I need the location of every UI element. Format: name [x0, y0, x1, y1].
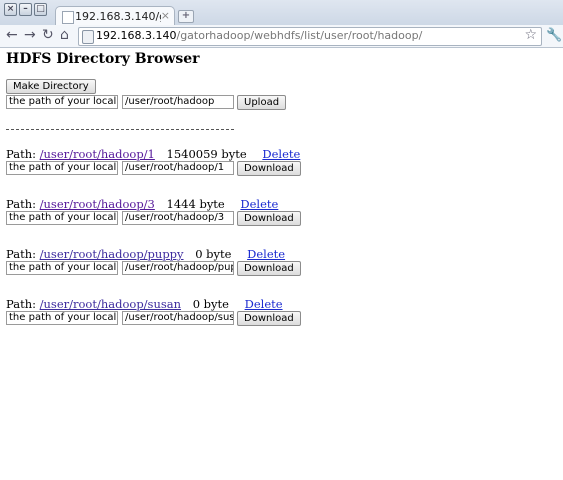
file-row: Path: /user/root/hadoop/3 1444 byte Dele… — [6, 197, 278, 211]
back-arrow-icon[interactable]: ← — [6, 27, 18, 43]
page-favicon-icon — [62, 11, 74, 24]
file-row: Path: /user/root/hadoop/puppy 0 byte Del… — [6, 247, 285, 261]
page-title: HDFS Directory Browser — [6, 51, 200, 67]
window-close-icon[interactable]: × — [4, 3, 17, 16]
file-path-link[interactable]: /user/root/hadoop/3 — [40, 197, 155, 211]
download-hdfs-path-input[interactable]: /user/root/hadoop/puppy — [122, 261, 234, 275]
new-tab-button[interactable]: + — [178, 10, 194, 23]
browser-tab[interactable]: 192.168.3.140/gatorha... × — [55, 6, 175, 26]
section-divider — [6, 129, 234, 130]
file-path-link[interactable]: /user/root/hadoop/1 — [40, 147, 155, 161]
url-path: /gatorhadoop/webhdfs/list/user/root/hado… — [176, 29, 423, 42]
tab-close-icon[interactable]: × — [161, 9, 170, 22]
path-label: Path: — [6, 247, 36, 261]
file-path-link[interactable]: /user/root/hadoop/puppy — [40, 247, 184, 261]
delete-link[interactable]: Delete — [247, 247, 285, 261]
delete-link[interactable]: Delete — [240, 197, 278, 211]
upload-hdfs-path-input[interactable]: /user/root/hadoop — [122, 95, 234, 109]
file-size: 0 byte — [192, 297, 229, 311]
download-button[interactable]: Download — [237, 311, 301, 326]
path-label: Path: — [6, 147, 36, 161]
download-button[interactable]: Download — [237, 161, 301, 176]
url-text[interactable]: 192.168.3.140/gatorhadoop/webhdfs/list/u… — [96, 29, 422, 42]
file-size: 1444 byte — [166, 197, 225, 211]
download-hdfs-path-input[interactable]: /user/root/hadoop/1 — [122, 161, 234, 175]
file-size: 0 byte — [195, 247, 232, 261]
window-titlebar: × – □ 192.168.3.140/gatorha... × + — [0, 0, 563, 26]
make-directory-button[interactable]: Make Directory — [6, 79, 96, 94]
delete-link[interactable]: Delete — [262, 147, 300, 161]
download-local-file-input[interactable]: the path of your local file — [6, 161, 118, 175]
page-info-icon[interactable] — [82, 30, 94, 44]
path-label: Path: — [6, 197, 36, 211]
download-hdfs-path-input[interactable]: /user/root/hadoop/susan — [122, 311, 234, 325]
page-content: HDFS Directory Browser Make Directory th… — [0, 48, 563, 480]
home-icon[interactable]: ⌂ — [60, 27, 69, 43]
window-minimize-icon[interactable]: – — [19, 3, 32, 16]
forward-arrow-icon[interactable]: → — [24, 27, 36, 43]
delete-link[interactable]: Delete — [245, 297, 283, 311]
upload-button[interactable]: Upload — [237, 95, 287, 110]
address-bar[interactable]: 192.168.3.140/gatorhadoop/webhdfs/list/u… — [78, 27, 542, 46]
file-row: Path: /user/root/hadoop/susan 0 byte Del… — [6, 297, 283, 311]
file-size: 1540059 byte — [166, 147, 247, 161]
download-button[interactable]: Download — [237, 211, 301, 226]
file-path-link[interactable]: /user/root/hadoop/susan — [40, 297, 181, 311]
window-maximize-icon[interactable]: □ — [34, 3, 47, 16]
download-local-file-input[interactable]: the path of your local file — [6, 211, 118, 225]
path-label: Path: — [6, 297, 36, 311]
download-button[interactable]: Download — [237, 261, 301, 276]
wrench-menu-icon[interactable]: 🔧 — [546, 28, 562, 43]
tab-title: 192.168.3.140/gatorha... — [75, 10, 161, 23]
file-row: Path: /user/root/hadoop/1 1540059 byte D… — [6, 147, 300, 161]
bookmark-star-icon[interactable]: ☆ — [524, 27, 537, 43]
download-hdfs-path-input[interactable]: /user/root/hadoop/3 — [122, 211, 234, 225]
download-local-file-input[interactable]: the path of your local file — [6, 311, 118, 325]
url-host: 192.168.3.140 — [96, 29, 177, 42]
upload-local-file-input[interactable]: the path of your local file — [6, 95, 118, 109]
browser-toolbar: ← → ↻ ⌂ 192.168.3.140/gatorhadoop/webhdf… — [0, 25, 563, 48]
reload-icon[interactable]: ↻ — [42, 27, 54, 43]
download-local-file-input[interactable]: the path of your local file — [6, 261, 118, 275]
